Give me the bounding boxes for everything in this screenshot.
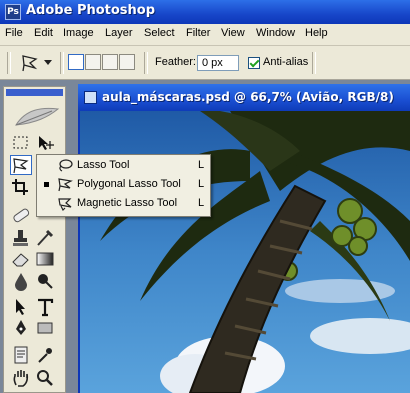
polygonal-lasso-icon[interactable] [20,53,40,73]
clone-stamp-tool[interactable] [10,228,32,248]
crop-tool[interactable] [10,177,32,197]
subtract-from-selection-button[interactable] [102,54,118,70]
flyout-item-lasso[interactable]: Lasso Tool L [37,156,210,175]
flyout-item-label: Lasso Tool [77,159,130,171]
menu-select[interactable]: Select [144,27,175,39]
document-title: aula_máscaras.psd @ 66,7% (Avião, RGB/8) [102,90,394,104]
dodge-tool[interactable] [34,271,56,291]
menu-image[interactable]: Image [63,27,94,39]
new-selection-button[interactable] [68,54,84,70]
zoom-icon [37,370,53,386]
flyout-item-magnetic-lasso[interactable]: Magnetic Lasso Tool L [37,194,210,213]
feather-input[interactable]: 0 px [197,55,239,71]
type-icon [38,298,54,317]
magnetic-lasso-icon [58,198,72,211]
drop-icon [15,273,27,291]
bandage-icon [13,208,30,223]
hand-icon [13,370,29,387]
pen-icon [16,320,26,335]
flyout-item-label: Polygonal Lasso Tool [77,178,181,190]
menu-bar: File Edit Image Layer Select Filter View… [0,24,410,46]
options-grip [7,52,11,74]
polygonal-lasso-icon [58,178,73,192]
photoshop-icon: Ps [5,4,21,20]
notes-tool[interactable] [10,345,32,365]
eraser-tool[interactable] [10,249,32,269]
feather-logo-icon[interactable] [12,103,60,131]
type-tool[interactable] [34,297,56,317]
flyout-item-polygonal-lasso[interactable]: Polygonal Lasso Tool L [37,175,210,194]
feather-label: Feather: [155,56,196,68]
anti-alias-label: Anti-alias [263,56,309,68]
eyedropper-icon [38,348,52,363]
crop-icon [12,179,28,195]
history-brush-tool[interactable] [34,228,56,248]
menu-edit[interactable]: Edit [34,27,53,39]
add-to-selection-button[interactable] [85,54,101,70]
lasso-tool-flyout: Lasso Tool L Polygonal Lasso Tool L Magn… [36,154,211,217]
options-separator [60,52,64,74]
move-icon [39,136,54,150]
menu-file[interactable]: File [5,27,23,39]
selected-bullet [44,182,49,187]
lasso-icon [59,159,73,172]
healing-brush-tool[interactable] [10,205,32,225]
eyedropper-tool[interactable] [34,345,56,365]
blur-tool[interactable] [10,271,32,291]
notes-icon [14,346,28,364]
chevron-down-icon[interactable] [44,60,52,66]
options-separator [312,52,316,74]
flyout-item-label: Magnetic Lasso Tool [77,197,178,209]
shortcut-key: L [198,178,205,190]
document-icon [84,91,97,104]
gradient-tool[interactable] [34,249,56,269]
menu-layer[interactable]: Layer [105,27,133,39]
gradient-icon [36,252,54,266]
dodge-icon [38,274,53,289]
stamp-icon [13,230,28,246]
document-title-bar[interactable]: aula_máscaras.psd @ 66,7% (Avião, RGB/8) [78,84,410,111]
marquee-tool[interactable] [10,133,32,153]
options-separator [144,52,148,74]
shortcut-key: L [198,159,205,171]
hand-tool[interactable] [10,368,32,388]
menu-help[interactable]: Help [305,27,328,39]
app-title: Adobe Photoshop [26,3,156,18]
rectangle-icon [37,322,53,334]
zoom-tool[interactable] [34,368,56,388]
pen-tool[interactable] [10,318,32,338]
move-tool[interactable] [34,133,56,153]
menu-view[interactable]: View [221,27,245,39]
polygonal-lasso-icon [13,158,29,174]
arrow-icon [16,299,25,315]
lasso-tool[interactable] [10,155,32,175]
toolbox-header[interactable] [6,89,63,96]
intersect-selection-button[interactable] [119,54,135,70]
history-brush-icon [37,229,54,246]
eraser-icon [12,253,29,267]
rectangle-tool[interactable] [34,318,56,338]
anti-alias-checkbox[interactable] [248,57,260,69]
shortcut-key: L [198,197,205,209]
app-title-bar: Ps Adobe Photoshop [0,0,410,24]
path-selection-tool[interactable] [10,297,32,317]
rectangular-marquee-icon [13,136,28,149]
menu-window[interactable]: Window [256,27,295,39]
menu-filter[interactable]: Filter [186,27,210,39]
